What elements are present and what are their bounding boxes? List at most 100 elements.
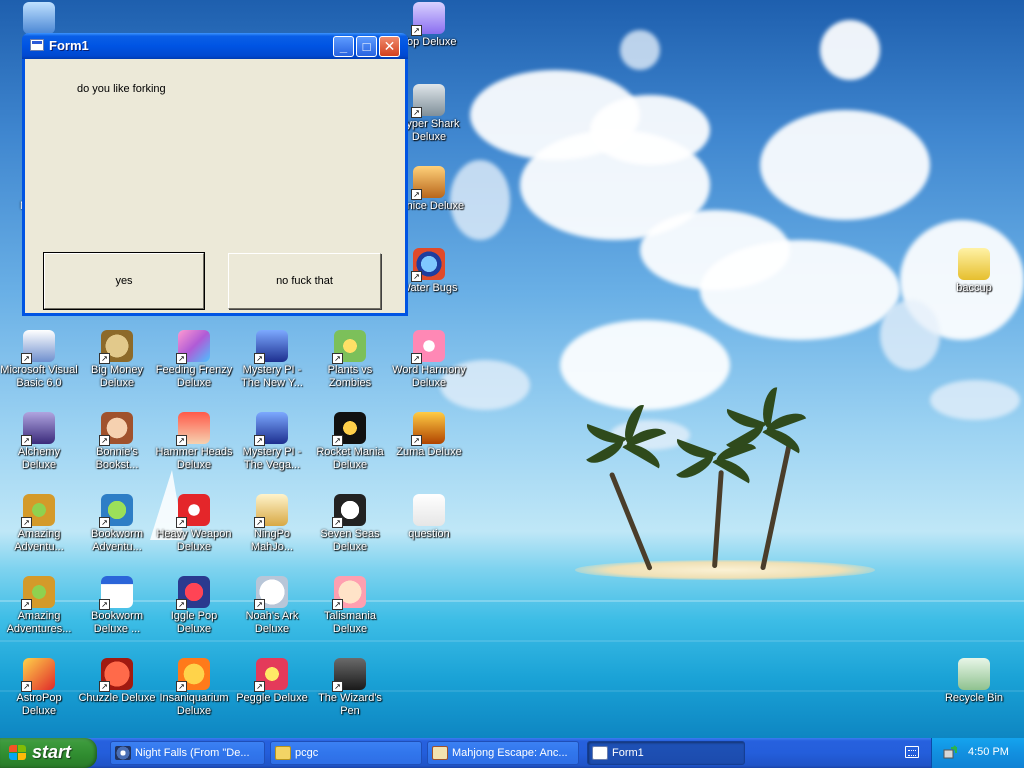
task-label: pcgc (295, 747, 319, 759)
shortcut-arrow-icon: ↗ (411, 25, 422, 36)
desktop-icon[interactable]: ↗ Big Money Deluxe (78, 330, 156, 390)
desktop-icon[interactable]: ↗ Bonnie's Bookst... (78, 412, 156, 472)
desktop-icon[interactable]: ↗ Talismania Deluxe (311, 576, 389, 636)
shortcut-arrow-icon: ↗ (332, 435, 343, 446)
desktop-icon[interactable]: baccup (935, 248, 1013, 295)
desktop-icon[interactable]: ↗ Amazing Adventures... (0, 576, 78, 636)
shortcut-arrow-icon: ↗ (176, 599, 187, 610)
desktop-icon-label: Hammer Heads Deluxe (155, 446, 233, 471)
desktop-icon[interactable]: ↗ Chuzzle Deluxe (78, 658, 156, 705)
desktop-icon-label: Feeding Frenzy Deluxe (155, 364, 233, 389)
form1-window[interactable]: Form1 _ □ ✕ do you like forking yes no f… (22, 33, 408, 316)
blank-document-icon (413, 494, 445, 526)
shortcut-arrow-icon: ↗ (254, 517, 265, 528)
start-label: start (32, 742, 72, 762)
shortcut-arrow-icon: ↗ (21, 599, 32, 610)
desktop-icon[interactable]: question (390, 494, 468, 541)
shortcut-arrow-icon: ↗ (332, 517, 343, 528)
shortcut-arrow-icon: ↗ (254, 353, 265, 364)
form-icon (592, 746, 608, 760)
goldfish-icon: ↗ (176, 658, 210, 692)
desktop-icon[interactable]: ↗ Word Harmony Deluxe (390, 330, 468, 390)
water-bug-icon: ↗ (411, 248, 445, 282)
maximize-button[interactable]: □ (356, 36, 377, 57)
compass-icon: ↗ (21, 576, 55, 610)
desktop[interactable]: MyDataMicro C↗Top Deluxe↗Hyper Shark Del… (0, 0, 1024, 738)
desktop-icon[interactable]: ↗ NingPo MahJo... (233, 494, 311, 554)
taskbar-item-mahjong-escape[interactable]: Mahjong Escape: Anc... (427, 741, 579, 765)
start-button[interactable]: start (0, 738, 97, 768)
desktop-icon[interactable]: Recycle Bin (935, 658, 1013, 705)
desktop-icon[interactable]: ↗ Insaniquarium Deluxe (155, 658, 233, 718)
desktop-icon[interactable]: ↗ The Wizard's Pen (311, 658, 389, 718)
safely-remove-hardware-icon[interactable] (942, 745, 958, 761)
desktop-icon[interactable]: ↗ Plants vs Zombies (311, 330, 389, 390)
desktop-icon[interactable]: ↗ Alchemy Deluxe (0, 412, 78, 472)
form-icon (30, 39, 44, 51)
yes-button[interactable]: yes (43, 252, 205, 310)
palm-tree (760, 442, 792, 571)
shortcut-arrow-icon: ↗ (332, 599, 343, 610)
window-icon: ↗ (99, 576, 133, 610)
shortcut-arrow-icon: ↗ (99, 681, 110, 692)
palm-tree (712, 470, 724, 569)
minimize-button[interactable]: _ (333, 36, 354, 57)
desktop-icon[interactable]: ↗ Hammer Heads Deluxe (155, 412, 233, 472)
desktop-icon-label: question (408, 528, 450, 540)
title-bar[interactable]: Form1 _ □ ✕ (22, 33, 408, 59)
desktop-icon[interactable]: ↗ Noah's Ark Deluxe (233, 576, 311, 636)
desktop-icon-label: baccup (956, 282, 992, 294)
desktop-icon[interactable]: ↗ Seven Seas Deluxe (311, 494, 389, 554)
desktop-icon[interactable]: ↗ Feeding Frenzy Deluxe (155, 330, 233, 390)
bonnie-icon: ↗ (99, 412, 133, 446)
desktop-icon[interactable]: ↗ Zuma Deluxe (390, 412, 468, 459)
taskbar-item-form1[interactable]: Form1 (587, 741, 745, 765)
desktop-icon-label: Plants vs Zombies (327, 364, 373, 389)
desktop-icon-label: Mystery PI - The Vega... (242, 446, 302, 471)
desktop-icon[interactable]: ↗ AstroPop Deluxe (0, 658, 78, 718)
task-label: Form1 (612, 747, 644, 759)
desktop-icon[interactable]: ↗ Bookworm Adventu... (78, 494, 156, 554)
desktop-icon-label: AstroPop Deluxe (16, 692, 62, 717)
shortcut-arrow-icon: ↗ (411, 353, 422, 364)
clock[interactable]: 4:50 PM (968, 746, 1009, 758)
shortcut-arrow-icon: ↗ (176, 353, 187, 364)
desktop-icon-label: The Wizard's Pen (318, 692, 382, 717)
gondola-icon: ↗ (411, 166, 445, 200)
fish-icon: ↗ (176, 330, 210, 364)
mystery-pi-icon: ↗ (254, 412, 288, 446)
money-bag-icon: ↗ (99, 330, 133, 364)
close-button[interactable]: ✕ (379, 36, 400, 57)
desktop-icon[interactable]: ↗ Heavy Weapon Deluxe (155, 494, 233, 554)
desktop-icon-label: NingPo MahJo... (250, 528, 294, 553)
desktop-icon[interactable]: ↗ Amazing Adventu... (0, 494, 78, 554)
rocket-icon: ↗ (332, 412, 366, 446)
shortcut-arrow-icon: ↗ (254, 599, 265, 610)
desktop-icon-label: Bonnie's Bookst... (95, 446, 139, 471)
no-button[interactable]: no fuck that (228, 253, 381, 309)
mahjong-icon (432, 746, 448, 760)
keyboard-icon[interactable] (905, 746, 919, 758)
desktop-icon[interactable]: ↗ Bookworm Deluxe ... (78, 576, 156, 636)
desktop-icon[interactable]: ↗ Rocket Mania Deluxe (311, 412, 389, 472)
bookworm-icon: ↗ (99, 494, 133, 528)
desktop-icon[interactable]: ↗ Mystery PI - The Vega... (233, 412, 311, 472)
shortcut-arrow-icon: ↗ (99, 353, 110, 364)
folder-icon (275, 746, 291, 760)
taskbar-item-pcgc[interactable]: pcgc (270, 741, 422, 765)
my-computer-icon (23, 2, 55, 34)
shortcut-arrow-icon: ↗ (254, 435, 265, 446)
desktop-icon-label: Chuzzle Deluxe (78, 692, 156, 704)
desktop-icon[interactable]: ↗ Peggle Deluxe (233, 658, 311, 705)
desktop-icon[interactable]: ↗ Microsoft Visual Basic 6.0 (0, 330, 78, 390)
island (575, 560, 875, 580)
desktop-icon-label: Alchemy Deluxe (17, 446, 61, 471)
shortcut-arrow-icon: ↗ (99, 517, 110, 528)
desktop-icon-label: Peggle Deluxe (236, 692, 308, 704)
desktop-icon-label: Heavy Weapon Deluxe (156, 528, 232, 553)
desktop-icon[interactable]: ↗ Mystery PI - The New Y... (233, 330, 311, 390)
taskbar-item-night-falls[interactable]: Night Falls (From "De... (110, 741, 265, 765)
desktop-icon[interactable]: ↗ Iggle Pop Deluxe (155, 576, 233, 636)
shortcut-arrow-icon: ↗ (21, 517, 32, 528)
shortcut-arrow-icon: ↗ (21, 681, 32, 692)
